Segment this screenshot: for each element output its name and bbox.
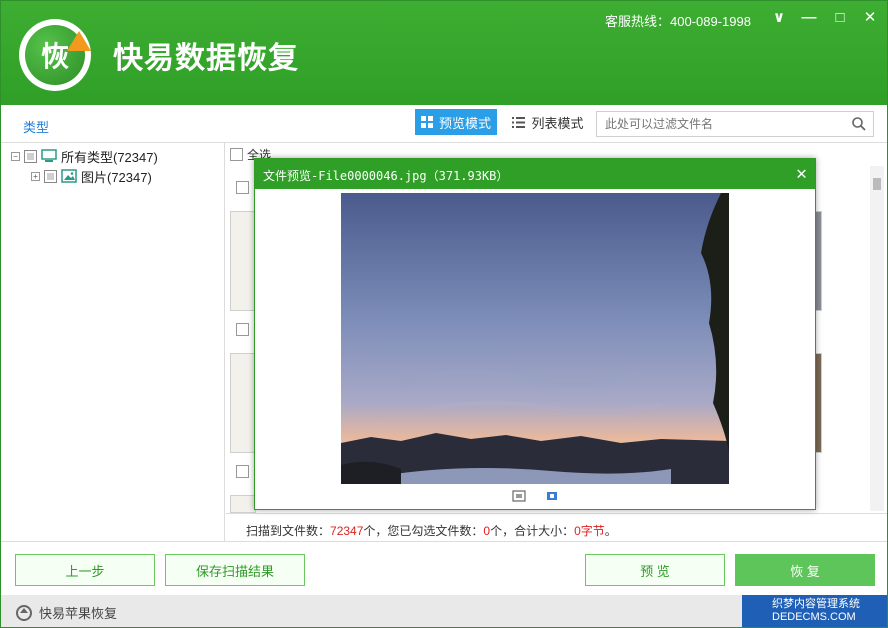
preview-mode-button[interactable]: 预览模式 [415, 109, 497, 135]
tree-checkbox[interactable] [24, 149, 37, 163]
collapse-icon[interactable]: − [11, 151, 20, 161]
minimize-button[interactable]: — [798, 7, 820, 27]
thumbnail[interactable] [230, 211, 256, 311]
footer: 快易苹果恢复 织梦内容管理系统 DEDECMS.COM [1, 595, 887, 627]
header: 恢 快易数据恢复 客服热线：400-089-1998 ∨ — □ ✕ [1, 1, 887, 105]
preview-image [341, 193, 729, 484]
status-bar: 扫描到文件数：72347个，您已勾选文件数：0个，合计大小：0字节。 [226, 513, 887, 541]
search-icon[interactable] [851, 116, 867, 132]
preview-mode-label: 预览模式 [438, 115, 491, 131]
type-tab[interactable]: 类型 [23, 117, 49, 136]
type-tree: − 所有类型(72347) + 图片(72347) [5, 143, 225, 541]
select-all-checkbox[interactable] [230, 148, 243, 161]
apple-recovery-link[interactable]: 快易苹果恢复 [15, 603, 117, 622]
prev-step-button[interactable]: 上一步 [15, 554, 155, 586]
apple-recovery-label: 快易苹果恢复 [39, 606, 118, 621]
tree-item-images[interactable]: + 图片(72347) [31, 167, 152, 185]
maximize-button[interactable]: □ [829, 7, 851, 27]
tree-item-all[interactable]: − 所有类型(72347) [11, 147, 158, 165]
badge-line2: DEDECMS.COM [772, 611, 856, 623]
preview-button[interactable]: 预 览 [585, 554, 725, 586]
scanned-count: 72347 [330, 524, 364, 538]
search-input[interactable] [597, 112, 837, 136]
tree-item-label: 图片(72347) [81, 169, 152, 185]
recover-button[interactable]: 恢 复 [735, 554, 875, 586]
search-box [596, 111, 874, 137]
thumbnail[interactable] [230, 495, 256, 513]
sunset-lake-photo [341, 193, 729, 484]
chevron-down-icon[interactable]: ∨ [768, 7, 790, 27]
thumbnail[interactable] [230, 353, 256, 453]
file-preview-dialog: 文件预览-File0000046.jpg（371.93KB） ✕ [254, 158, 816, 510]
recovery-icon [16, 604, 32, 621]
list-icon [512, 116, 526, 128]
status-mid1: 个，您已勾选文件数： [363, 524, 484, 538]
close-button[interactable]: ✕ [859, 7, 881, 27]
app-logo: 恢 [19, 19, 91, 91]
scroll-thumb[interactable] [873, 178, 881, 190]
scrollbar[interactable] [870, 166, 884, 511]
actual-size-icon[interactable] [545, 490, 559, 502]
badge-line1: 织梦内容管理系统 [772, 598, 860, 610]
dialog-close-button[interactable]: ✕ [796, 163, 807, 184]
status-mid2: 个，合计大小： [490, 524, 575, 538]
save-scan-button[interactable]: 保存扫描结果 [165, 554, 305, 586]
watermark-badge: 织梦内容管理系统 DEDECMS.COM [742, 595, 887, 627]
hotline-text: 客服热线：400-089-1998 [605, 14, 751, 29]
fit-icon[interactable] [512, 490, 526, 502]
status-suffix: 。 [604, 524, 617, 538]
logo-arrow-icon [67, 31, 91, 51]
computer-icon [41, 149, 57, 162]
dialog-title-bar: 文件预览-File0000046.jpg（371.93KB） ✕ [255, 159, 815, 189]
expand-icon[interactable]: + [31, 171, 40, 181]
app-window: 恢 快易数据恢复 客服热线：400-089-1998 ∨ — □ ✕ 类型 预览… [0, 0, 888, 628]
list-mode-button[interactable]: 列表模式 [507, 109, 589, 135]
list-mode-label: 列表模式 [531, 115, 584, 131]
tree-item-label: 所有类型(72347) [61, 149, 158, 165]
grid-icon [420, 116, 433, 128]
tree-checkbox[interactable] [44, 169, 57, 183]
thumbnail-checkbox[interactable] [236, 465, 249, 478]
thumbnail-checkbox[interactable] [236, 323, 249, 336]
thumbnail-checkbox[interactable] [236, 181, 249, 194]
toolbar: 类型 预览模式 列表模式 [1, 105, 887, 143]
image-icon [61, 169, 77, 183]
bottom-bar: 上一步 保存扫描结果 预 览 恢 复 [1, 541, 887, 595]
dialog-title: 文件预览-File0000046.jpg（371.93KB） [263, 169, 509, 183]
total-size: 0字节 [574, 524, 605, 538]
app-title: 快易数据恢复 [113, 42, 299, 75]
status-prefix: 扫描到文件数： [246, 524, 331, 538]
